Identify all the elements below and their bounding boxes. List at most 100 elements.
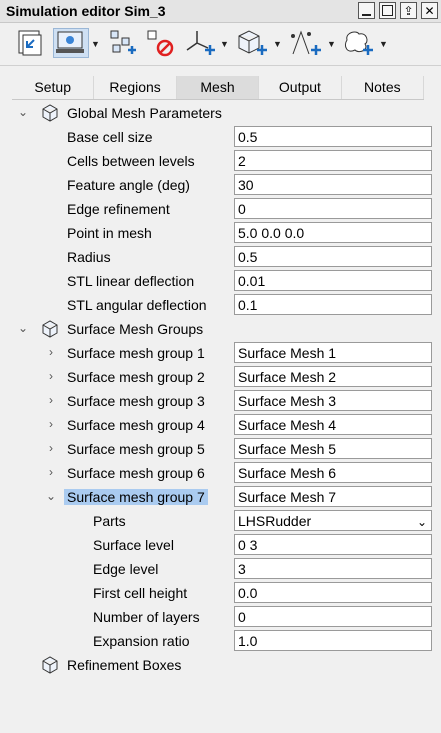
import-icon[interactable] — [14, 28, 48, 58]
point-in-mesh-input[interactable]: 5.0 0.0 0.0 — [234, 222, 432, 243]
group-label: Surface mesh group 3 — [67, 393, 205, 409]
param-label: Feature angle (deg) — [67, 177, 190, 193]
chevron-down-icon[interactable]: ▼ — [327, 39, 336, 49]
chevron-down-icon: ⌄ — [416, 515, 427, 529]
chevron-right-icon[interactable]: › — [44, 417, 58, 431]
param-row: Base cell size 0.5 — [0, 125, 441, 149]
surface-group-name-input[interactable]: Surface Mesh 1 — [234, 342, 432, 363]
param-row: Expansion ratio 1.0 — [0, 629, 441, 653]
chevron-right-icon[interactable]: › — [44, 465, 58, 479]
cells-between-levels-input[interactable]: 2 — [234, 150, 432, 171]
title-bar: Simulation editor Sim_3 ⇪ ✕ — [0, 0, 441, 23]
expansion-ratio-input[interactable]: 1.0 — [234, 630, 432, 651]
param-label: Radius — [67, 249, 111, 265]
surface-group-name-input[interactable]: Surface Mesh 6 — [234, 462, 432, 483]
chevron-down-icon[interactable]: ⌄ — [44, 489, 58, 503]
cube-icon — [41, 656, 59, 677]
param-label: Number of layers — [93, 609, 200, 625]
group-label: Surface mesh group 4 — [67, 417, 205, 433]
param-row: Feature angle (deg) 30 — [0, 173, 441, 197]
chevron-right-icon[interactable]: › — [44, 393, 58, 407]
edge-level-input[interactable]: 3 — [234, 558, 432, 579]
first-cell-height-input[interactable]: 0.0 — [234, 582, 432, 603]
group-label: Surface mesh group 2 — [67, 369, 205, 385]
surface-group-name-input[interactable]: Surface Mesh 3 — [234, 390, 432, 411]
feature-angle-input[interactable]: 30 — [234, 174, 432, 195]
param-label: Edge level — [93, 561, 159, 577]
tab-setup[interactable]: Setup — [12, 76, 95, 99]
chevron-right-icon[interactable]: › — [44, 345, 58, 359]
add-cube-icon[interactable] — [234, 28, 270, 58]
surface-group-name-input[interactable]: Surface Mesh 5 — [234, 438, 432, 459]
param-label: Parts — [93, 513, 126, 529]
tree-node-surface-group[interactable]: ⌄ Surface mesh group 7 Surface Mesh 7 — [0, 485, 441, 509]
number-of-layers-input[interactable]: 0 — [234, 606, 432, 627]
tree-node-surface-group[interactable]: › Surface mesh group 4 Surface Mesh 4 — [0, 413, 441, 437]
param-label: First cell height — [93, 585, 188, 601]
group-label: Surface mesh group 5 — [67, 441, 205, 457]
chevron-right-icon[interactable]: › — [44, 441, 58, 455]
chevron-down-icon[interactable]: ▼ — [220, 39, 229, 49]
tree-node-surface-group[interactable]: › Surface mesh group 3 Surface Mesh 3 — [0, 389, 441, 413]
network-add-icon[interactable] — [106, 28, 138, 58]
surface-level-input[interactable]: 0 3 — [234, 534, 432, 555]
tab-regions[interactable]: Regions — [94, 76, 177, 99]
chevron-right-icon[interactable]: › — [44, 369, 58, 383]
chevron-down-icon[interactable]: ▼ — [379, 39, 388, 49]
group-label: Surface mesh group 6 — [67, 465, 205, 481]
param-label: Edge refinement — [67, 201, 170, 217]
param-label: Base cell size — [67, 129, 153, 145]
toolbar: ▼ ▼ ▼ ▼ ▼ — [0, 23, 441, 66]
param-row: Cells between levels 2 — [0, 149, 441, 173]
surface-group-name-input[interactable]: Surface Mesh 2 — [234, 366, 432, 387]
stl-linear-deflection-input[interactable]: 0.01 — [234, 270, 432, 291]
param-label: STL angular deflection — [67, 297, 207, 313]
param-row: Point in mesh 5.0 0.0 0.0 — [0, 221, 441, 245]
param-row: Parts LHSRudder ⌄ — [0, 509, 441, 533]
add-axes-icon[interactable] — [182, 28, 218, 58]
section-title: Refinement Boxes — [67, 657, 182, 673]
tab-notes[interactable]: Notes — [342, 76, 425, 99]
param-row: Edge refinement 0 — [0, 197, 441, 221]
stl-angular-deflection-input[interactable]: 0.1 — [234, 294, 432, 315]
tab-output[interactable]: Output — [259, 76, 342, 99]
param-label: STL linear deflection — [67, 273, 195, 289]
param-row: Radius 0.5 — [0, 245, 441, 269]
edge-refinement-input[interactable]: 0 — [234, 198, 432, 219]
add-surface-icon[interactable] — [340, 28, 376, 58]
param-row: Edge level 3 — [0, 557, 441, 581]
param-row: STL linear deflection 0.01 — [0, 269, 441, 293]
param-label: Expansion ratio — [93, 633, 190, 649]
simulation-view-icon[interactable] — [53, 28, 89, 58]
close-icon[interactable]: ✕ — [421, 2, 438, 19]
add-probe-icon[interactable] — [286, 28, 324, 58]
surface-group-name-input[interactable]: Surface Mesh 7 — [234, 486, 432, 507]
chevron-down-icon[interactable]: ▼ — [91, 39, 100, 49]
param-row: First cell height 0.0 — [0, 581, 441, 605]
chevron-down-icon[interactable]: ▼ — [273, 39, 282, 49]
maximize-icon[interactable] — [379, 2, 396, 19]
chevron-down-icon[interactable]: ⌄ — [16, 105, 30, 119]
surface-group-name-input[interactable]: Surface Mesh 4 — [234, 414, 432, 435]
tree-node-surface-group[interactable]: › Surface mesh group 2 Surface Mesh 2 — [0, 365, 441, 389]
tree-node-surface-group[interactable]: › Surface mesh group 1 Surface Mesh 1 — [0, 341, 441, 365]
share-icon[interactable]: ⇪ — [400, 2, 417, 19]
tree-node-surface-group[interactable]: › Surface mesh group 6 Surface Mesh 6 — [0, 461, 441, 485]
cube-icon — [41, 320, 59, 341]
tab-mesh[interactable]: Mesh — [176, 76, 260, 99]
base-cell-size-input[interactable]: 0.5 — [234, 126, 432, 147]
chevron-down-icon[interactable]: ⌄ — [16, 321, 30, 335]
tree-node-surface-mesh-groups[interactable]: ⌄ Surface Mesh Groups — [0, 317, 441, 341]
cube-icon — [41, 104, 59, 125]
parts-select[interactable]: LHSRudder ⌄ — [234, 510, 432, 531]
param-label: Point in mesh — [67, 225, 152, 241]
section-title: Surface Mesh Groups — [67, 321, 204, 337]
minimize-icon[interactable] — [358, 2, 375, 19]
tree-node-surface-group[interactable]: › Surface mesh group 5 Surface Mesh 5 — [0, 437, 441, 461]
param-label: Surface level — [93, 537, 174, 553]
tree-node-global-mesh[interactable]: ⌄ Global Mesh Parameters — [0, 101, 441, 125]
radius-input[interactable]: 0.5 — [234, 246, 432, 267]
delete-object-icon[interactable] — [143, 28, 177, 58]
group-label: Surface mesh group 7 — [64, 489, 208, 505]
tree-node-refinement-boxes[interactable]: Refinement Boxes — [0, 653, 441, 677]
